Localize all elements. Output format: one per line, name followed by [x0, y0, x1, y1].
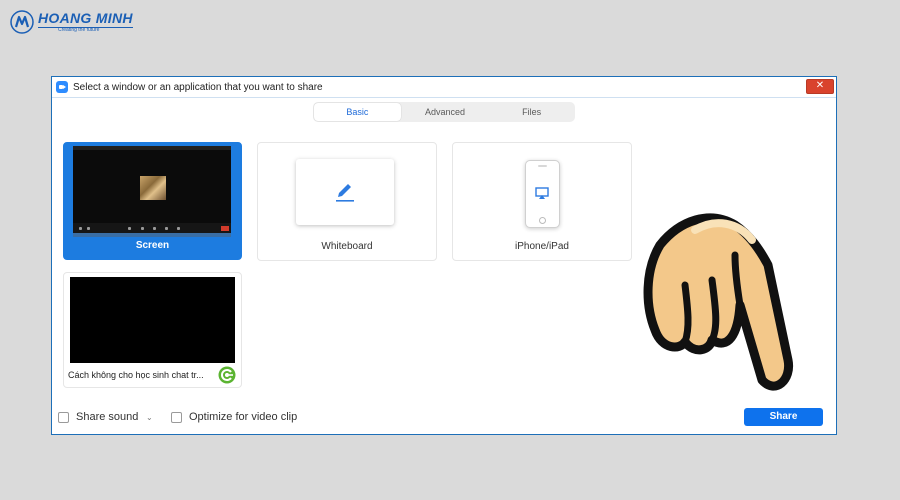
share-button[interactable]: Share: [744, 408, 823, 426]
optimize-video-checkbox[interactable]: [171, 412, 182, 423]
title-bar: Select a window or an application that y…: [52, 77, 836, 98]
source-card-browser-window[interactable]: Cách không cho học sinh chat tr...: [63, 272, 242, 388]
source-card-screen[interactable]: Screen: [63, 142, 242, 260]
phone-preview: [525, 160, 560, 228]
source-card-whiteboard[interactable]: Whiteboard: [257, 142, 437, 261]
share-sound-label: Share sound: [76, 411, 139, 423]
pointing-hand-icon: [643, 213, 794, 391]
tab-files[interactable]: Files: [488, 103, 575, 121]
logo-tagline: Creating the future: [38, 27, 133, 33]
airplay-icon: [535, 187, 549, 199]
source-label-browser-window: Cách không cho học sinh chat tr...: [68, 370, 204, 380]
logo-name: HOANG MINH: [38, 10, 133, 26]
zoom-app-icon: [56, 81, 68, 93]
brand-logo: HOANG MINH Creating the future: [10, 10, 133, 34]
window-title: Select a window or an application that y…: [73, 81, 323, 93]
tab-advanced[interactable]: Advanced: [402, 103, 489, 121]
whiteboard-preview: [296, 159, 394, 225]
coccoc-browser-icon: [218, 366, 236, 384]
source-label-whiteboard: Whiteboard: [321, 241, 373, 252]
share-sound-checkbox[interactable]: [58, 412, 69, 423]
screen-thumbnail: [73, 146, 231, 237]
optimize-video-label: Optimize for video clip: [189, 411, 298, 423]
source-card-iphone-ipad[interactable]: iPhone/iPad: [452, 142, 632, 261]
source-label-iphone-ipad: iPhone/iPad: [515, 241, 569, 252]
participant-video-thumbnail: [140, 176, 166, 200]
logo-mark-icon: [10, 10, 34, 34]
share-tabs: Basic Advanced Files: [313, 102, 575, 122]
window-thumbnail: [70, 277, 235, 363]
pencil-icon: [336, 184, 354, 202]
source-label-screen: Screen: [135, 240, 170, 251]
share-sound-dropdown-icon[interactable]: ⌄: [146, 413, 153, 422]
close-button[interactable]: ✕: [806, 79, 834, 94]
tab-basic[interactable]: Basic: [314, 103, 401, 121]
